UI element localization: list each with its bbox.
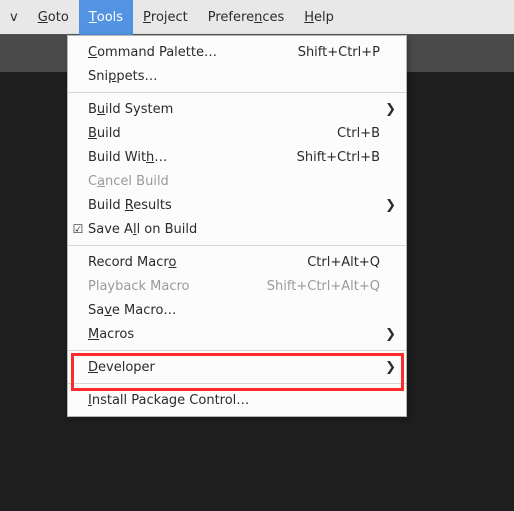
menubar-item-view-partial[interactable]: v [0,0,28,35]
tools-menu: Command Palette…Shift+Ctrl+P Snippets… Bui… [67,35,407,417]
menu-playback-macro: Playback MacroShift+Ctrl+Alt+Q [68,274,406,298]
menu-cancel-build: Cancel Build [68,169,406,193]
menu-snippets[interactable]: Snippets… [68,64,406,88]
menu-item-label: Command Palette… [88,45,278,60]
menu-item-shortcut: Shift+Ctrl+B [277,150,380,165]
menu-item-label: Developer [88,360,360,375]
menu-item-label: Build With… [88,150,277,165]
menu-build[interactable]: BuildCtrl+B [68,121,406,145]
menu-item-label: Save All on Build [88,222,360,237]
menu-item-label: Macros [88,327,360,342]
menu-item-label: Build Results [88,198,360,213]
menu-build-with[interactable]: Build With…Shift+Ctrl+B [68,145,406,169]
menubar-item-goto[interactable]: Goto [28,0,79,35]
menu-item-shortcut: Shift+Ctrl+Alt+Q [247,279,380,294]
menu-command-palette[interactable]: Command Palette…Shift+Ctrl+P [68,40,406,64]
menu-item-shortcut: Ctrl+B [317,126,380,141]
menu-install-package-control[interactable]: Install Package Control… [68,388,406,412]
submenu-icon: ❯ [380,198,396,213]
menu-item-label: Snippets… [88,69,360,84]
menu-separator [68,245,406,246]
menu-developer[interactable]: Developer ❯ [68,355,406,379]
menu-separator [68,350,406,351]
menu-separator [68,383,406,384]
checkbox-icon: ☑ [68,222,88,236]
menu-item-label: Build System [88,102,360,117]
menu-item-label: Cancel Build [88,174,360,189]
menu-item-shortcut: Shift+Ctrl+P [278,45,380,60]
menu-item-label: Playback Macro [88,279,247,294]
menu-macros[interactable]: Macros ❯ [68,322,406,346]
menu-item-label: Record Macro [88,255,287,270]
menubar-item-preferences[interactable]: Preferences [198,0,294,35]
menu-separator [68,92,406,93]
menu-save-all-on-build[interactable]: ☑Save All on Build [68,217,406,241]
menu-record-macro[interactable]: Record MacroCtrl+Alt+Q [68,250,406,274]
menu-item-shortcut: Ctrl+Alt+Q [287,255,380,270]
menubar: vGotoToolsProjectPreferencesHelp [0,0,514,35]
menu-item-label: Install Package Control… [88,393,360,408]
menu-item-label: Build [88,126,317,141]
menubar-item-project[interactable]: Project [133,0,198,35]
menu-build-system[interactable]: Build System ❯ [68,97,406,121]
menu-build-results[interactable]: Build Results ❯ [68,193,406,217]
submenu-icon: ❯ [380,327,396,342]
submenu-icon: ❯ [380,102,396,117]
menubar-item-tools[interactable]: Tools [79,0,133,35]
menu-item-label: Save Macro… [88,303,360,318]
submenu-icon: ❯ [380,360,396,375]
menubar-item-help[interactable]: Help [294,0,344,35]
menu-save-macro[interactable]: Save Macro… [68,298,406,322]
